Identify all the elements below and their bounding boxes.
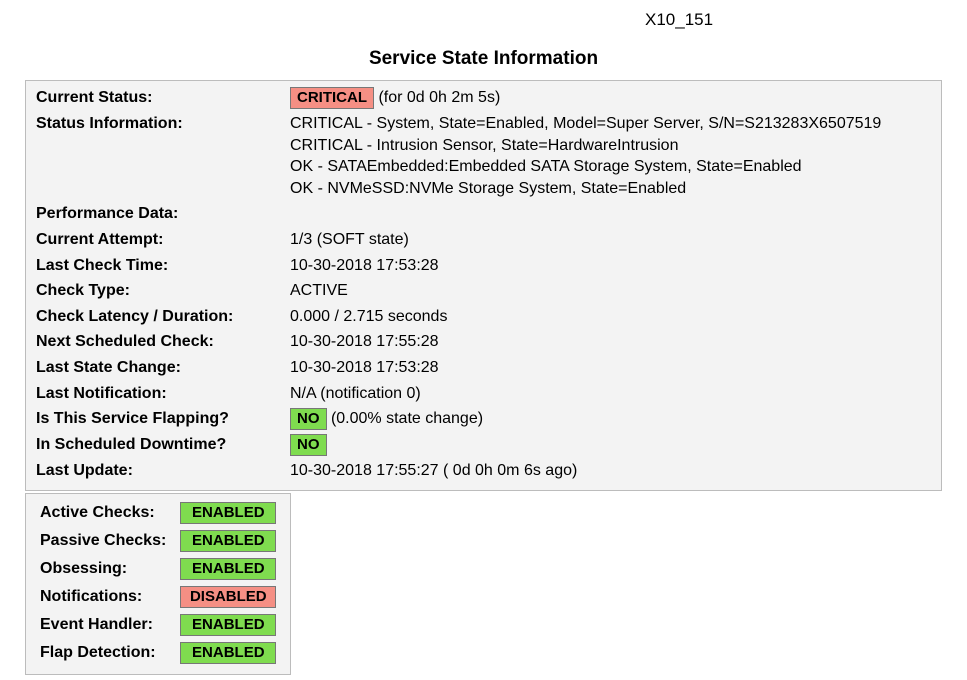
value-flapping: NO (0.00% state change) [280,406,941,432]
row-last-check: Last Check Time: 10-30-2018 17:53:28 [26,253,941,279]
row-downtime: In Scheduled Downtime? NO [26,432,941,458]
label-event-handler: Event Handler: [34,612,172,638]
value-downtime: NO [280,432,941,458]
label-passive-checks: Passive Checks: [34,528,172,554]
host-name: X10_151 [0,0,967,30]
label-next-check: Next Scheduled Check: [26,329,280,355]
toggle-table: Active Checks: ENABLED Passive Checks: E… [32,498,284,668]
badge-event-handler: ENABLED [180,614,276,636]
downtime-badge: NO [290,434,327,456]
status-info-line: CRITICAL - System, State=Enabled, Model=… [290,113,935,135]
badge-passive-checks: ENABLED [180,530,276,552]
row-flap-detection: Flap Detection: ENABLED [34,640,282,666]
label-last-update: Last Update: [26,458,280,484]
badge-active-checks: ENABLED [180,502,276,524]
status-duration: (for 0d 0h 2m 5s) [378,89,500,106]
label-last-state-change: Last State Change: [26,355,280,381]
row-event-handler: Event Handler: ENABLED [34,612,282,638]
row-perf-data: Performance Data: [26,201,941,227]
row-flapping: Is This Service Flapping? NO (0.00% stat… [26,406,941,432]
label-downtime: In Scheduled Downtime? [26,432,280,458]
value-perf-data [280,201,941,227]
row-next-check: Next Scheduled Check: 10-30-2018 17:55:2… [26,329,941,355]
row-status-info: Status Information: CRITICAL - System, S… [26,111,941,201]
state-table: Current Status: CRITICAL (for 0d 0h 2m 5… [26,85,941,484]
label-check-type: Check Type: [26,278,280,304]
page-title: Service State Information [0,48,967,70]
value-latency: 0.000 / 2.715 seconds [280,304,941,330]
value-last-state-change: 10-30-2018 17:53:28 [280,355,941,381]
badge-flap-detection: ENABLED [180,642,276,664]
flapping-badge: NO [290,408,327,430]
row-latency: Check Latency / Duration: 0.000 / 2.715 … [26,304,941,330]
row-last-update: Last Update: 10-30-2018 17:55:27 ( 0d 0h… [26,458,941,484]
row-current-attempt: Current Attempt: 1/3 (SOFT state) [26,227,941,253]
label-obsessing: Obsessing: [34,556,172,582]
toggle-panel: Active Checks: ENABLED Passive Checks: E… [25,493,291,675]
row-notifications: Notifications: DISABLED [34,584,282,610]
value-status-info: CRITICAL - System, State=Enabled, Model=… [280,111,941,201]
label-active-checks: Active Checks: [34,500,172,526]
value-last-notification: N/A (notification 0) [280,381,941,407]
row-last-state-change: Last State Change: 10-30-2018 17:53:28 [26,355,941,381]
label-current-attempt: Current Attempt: [26,227,280,253]
state-panel: Current Status: CRITICAL (for 0d 0h 2m 5… [25,80,942,491]
row-last-notification: Last Notification: N/A (notification 0) [26,381,941,407]
value-last-update: 10-30-2018 17:55:27 ( 0d 0h 0m 6s ago) [280,458,941,484]
row-current-status: Current Status: CRITICAL (for 0d 0h 2m 5… [26,85,941,111]
value-last-check: 10-30-2018 17:53:28 [280,253,941,279]
label-perf-data: Performance Data: [26,201,280,227]
row-active-checks: Active Checks: ENABLED [34,500,282,526]
status-info-line: CRITICAL - Intrusion Sensor, State=Hardw… [290,135,935,157]
row-obsessing: Obsessing: ENABLED [34,556,282,582]
value-current-attempt: 1/3 (SOFT state) [280,227,941,253]
label-flapping: Is This Service Flapping? [26,406,280,432]
badge-obsessing: ENABLED [180,558,276,580]
flapping-extra: (0.00% state change) [331,410,483,427]
label-flap-detection: Flap Detection: [34,640,172,666]
status-info-line: OK - NVMeSSD:NVMe Storage System, State=… [290,178,935,200]
row-passive-checks: Passive Checks: ENABLED [34,528,282,554]
status-info-line: OK - SATAEmbedded:Embedded SATA Storage … [290,156,935,178]
status-badge: CRITICAL [290,87,374,109]
value-current-status: CRITICAL (for 0d 0h 2m 5s) [280,85,941,111]
label-last-notification: Last Notification: [26,381,280,407]
value-check-type: ACTIVE [280,278,941,304]
badge-notifications: DISABLED [180,586,276,608]
label-status-info: Status Information: [26,111,280,201]
row-check-type: Check Type: ACTIVE [26,278,941,304]
label-notifications: Notifications: [34,584,172,610]
value-next-check: 10-30-2018 17:55:28 [280,329,941,355]
label-current-status: Current Status: [26,85,280,111]
label-latency: Check Latency / Duration: [26,304,280,330]
label-last-check: Last Check Time: [26,253,280,279]
